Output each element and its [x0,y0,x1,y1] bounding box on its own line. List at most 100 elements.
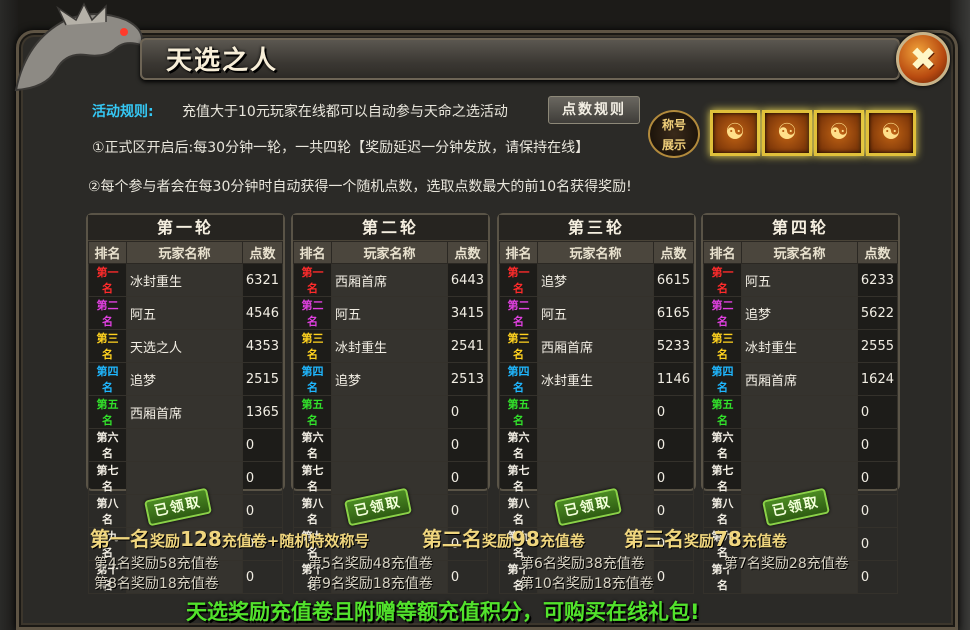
table-header-row: 排名 玩家名称 点数 [703,241,899,264]
player-name-cell: 阿五 [741,263,858,297]
points-cell: 1624 [856,362,899,396]
player-name-cell: 阿五 [537,296,654,330]
reward-rest: 充值卷 [741,532,787,550]
player-name-cell: 追梦 [537,263,654,297]
close-button[interactable]: ✖ [896,32,950,86]
reward-mid: 奖励 [150,532,181,550]
rank-cell: 第五名 [703,395,742,429]
points-cell: 5233 [652,329,695,363]
player-name-cell [126,461,243,495]
table-row: 第一名 追梦 6615 [499,263,695,297]
player-name-cell: 天选之人 [126,329,243,363]
table-row: 第五名 0 [703,395,899,429]
reward-rank: 第二名 [422,527,482,551]
table-header-row: 排名 玩家名称 点数 [499,241,695,264]
rules-line-2: ②每个参与者会在每30分钟时自动获得一个随机点数，选取点数最大的前10名获得奖励… [88,179,632,195]
player-name-cell [741,395,858,429]
points-cell: 0 [652,560,695,594]
points-cell: 0 [446,395,489,429]
rank-cell: 第六名 [499,428,538,462]
window-title: 天选之人 [166,46,279,76]
title-showcase-badge[interactable]: 称号 展示 [648,110,700,158]
points-rules-button[interactable]: 点数规则 [548,96,640,124]
points-cell: 1365 [241,395,284,429]
rank-cell: 第五名 [293,395,332,429]
reward-mid: 奖励 [482,532,513,550]
player-name-cell: 西厢首席 [331,263,448,297]
rank-cell: 第四名 [88,362,127,396]
player-name-cell: 西厢首席 [126,395,243,429]
points-cell: 6615 [652,263,695,297]
points-cell: 0 [652,395,695,429]
player-name-cell: 冰封重生 [741,329,858,363]
table-row: 第五名 0 [499,395,695,429]
points-cell: 2541 [446,329,489,363]
table-row: 第三名 冰封重生 2541 [293,329,489,363]
reward-card-icon[interactable]: ☯ [762,110,812,156]
reward-rank: 第一名 [90,527,150,551]
points-cell: 0 [241,560,284,594]
reward-7th: 第7名奖励28充值卷 [724,556,849,572]
reward-10th: 第10名奖励18充值卷 [520,576,654,592]
rank-cell: 第六名 [703,428,742,462]
reward-card-icon[interactable]: ☯ [866,110,916,156]
points-cell: 2513 [446,362,489,396]
table-row: 第四名 西厢首席 1624 [703,362,899,396]
player-name-cell [331,428,448,462]
player-name-cell: 阿五 [126,296,243,330]
close-icon: ✖ [909,40,937,78]
table-row: 第七名 0 [293,461,489,495]
table-row: 第七名 0 [703,461,899,495]
reward-second: 第二名奖励98充值卷 [422,523,585,552]
reward-6th: 第6名奖励38充值卷 [520,556,645,572]
player-name-cell [741,461,858,495]
rules-line-1: ①正式区开启后:每30分钟一轮，一共四轮【奖励延迟一分钟发放，请保持在线】 [92,140,590,156]
points-cell: 0 [856,428,899,462]
rank-cell: 第一名 [499,263,538,297]
points-cell: 6321 [241,263,284,297]
round-panel: 第一轮 排名 玩家名称 点数 第一名 冰封重生 6321 第二名 阿五 4546 第三名 天选之人 43… [86,213,285,594]
col-rank-header: 排名 [703,241,742,264]
reward-card-icon[interactable]: ☯ [710,110,760,156]
player-name-cell: 冰封重生 [537,362,654,396]
player-name-cell: 西厢首席 [537,329,654,363]
rank-cell: 第四名 [293,362,332,396]
col-name-header: 玩家名称 [537,241,654,264]
rules-label: 活动规则: [92,104,154,120]
player-name-cell: 冰封重生 [126,263,243,297]
reward-card-icon[interactable]: ☯ [814,110,864,156]
rank-cell: 第四名 [703,362,742,396]
reward-9th: 第9名奖励18充值卷 [308,576,433,592]
player-name-cell: 冰封重生 [331,329,448,363]
reward-8th: 第8名奖励18充值卷 [94,576,219,592]
rank-cell: 第六名 [293,428,332,462]
points-cell: 2515 [241,362,284,396]
player-name-cell [126,428,243,462]
reward-rest: 充值卷 [539,532,585,550]
points-cell: 0 [241,461,284,495]
table-row: 第四名 冰封重生 1146 [499,362,695,396]
rank-cell: 第一名 [293,263,332,297]
round-panel: 第二轮 排名 玩家名称 点数 第一名 西厢首席 6443 第二名 阿五 3415 第三名 冰封重生 25… [291,213,490,594]
table-row: 第三名 冰封重生 2555 [703,329,899,363]
col-name-header: 玩家名称 [126,241,243,264]
rank-cell: 第一名 [703,263,742,297]
col-points-header: 点数 [652,241,695,264]
reward-num: 98 [512,527,540,551]
points-cell: 0 [856,527,899,561]
points-cell: 0 [652,428,695,462]
reward-mid: 奖励 [684,532,715,550]
reward-rest: 充值卷+随机特效称号 [221,532,370,550]
player-name-cell [537,395,654,429]
round-panel: 第四轮 排名 玩家名称 点数 第一名 阿五 6233 第二名 追梦 5622 第三名 冰封重生 2555… [701,213,900,594]
col-rank-header: 排名 [293,241,332,264]
reward-rank: 第三名 [624,527,684,551]
points-cell: 0 [446,560,489,594]
table-row: 第五名 0 [293,395,489,429]
col-rank-header: 排名 [88,241,127,264]
points-cell: 0 [652,461,695,495]
player-name-cell: 追梦 [741,296,858,330]
col-points-header: 点数 [241,241,284,264]
rank-cell: 第二名 [499,296,538,330]
player-name-cell: 西厢首席 [741,362,858,396]
